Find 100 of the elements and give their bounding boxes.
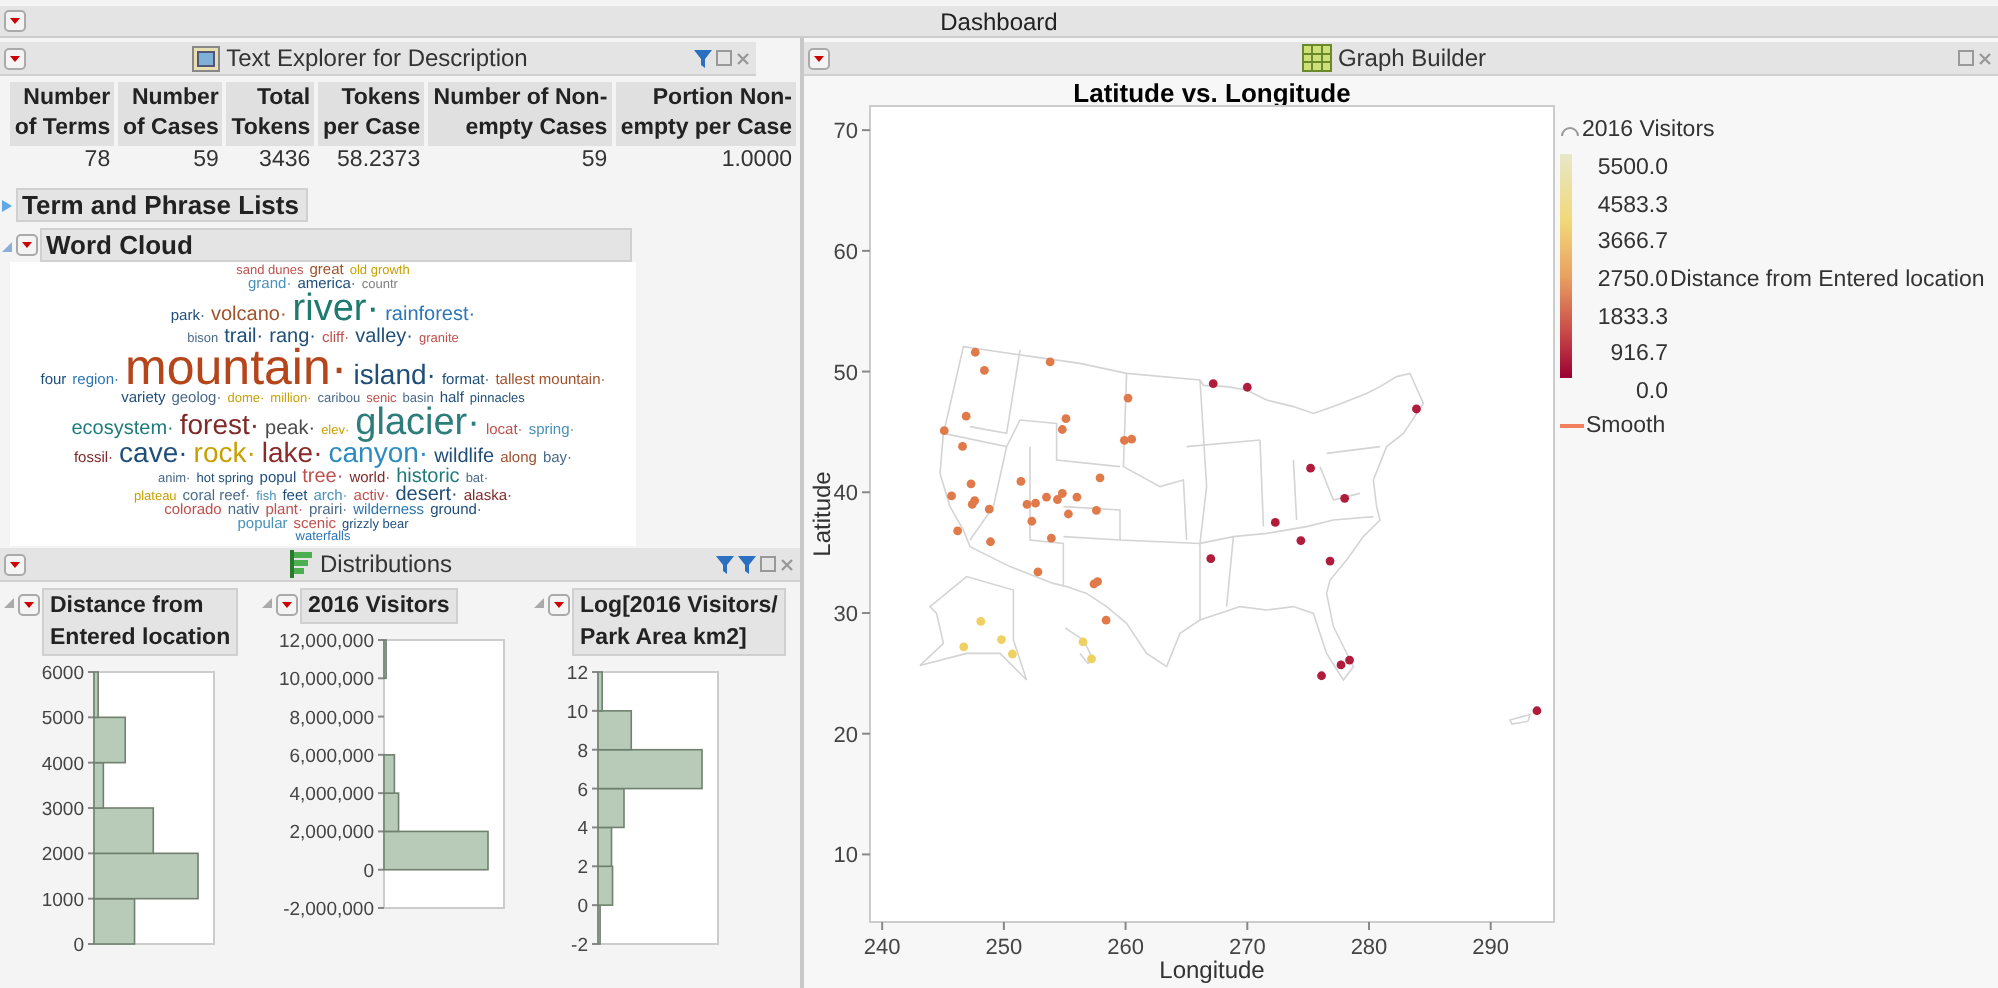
cloud-word: rainforest·	[385, 306, 476, 325]
cloud-word: trail·	[224, 327, 264, 346]
axis-tick-label: 0	[73, 935, 84, 954]
cloud-word: rang·	[269, 327, 316, 346]
chart-title[interactable]: 2016 Visitors	[300, 588, 458, 624]
axis-tick-label: 2,000,000	[289, 822, 374, 845]
legend-label: 0.0	[1634, 379, 1668, 404]
legend-label: 916.7	[1608, 342, 1668, 367]
size-legend-icon	[1560, 123, 1580, 135]
data-point	[1092, 506, 1101, 515]
legend-title: Distance from Entered location	[1670, 268, 1985, 293]
cloud-word: desert·	[395, 485, 458, 504]
data-point	[997, 635, 1006, 644]
data-point	[1045, 357, 1055, 367]
line-legend-icon	[1560, 423, 1584, 428]
close-icon[interactable]	[1978, 51, 1992, 65]
data-point	[1087, 654, 1096, 664]
cloud-word: tree·	[302, 467, 344, 486]
data-point	[1340, 493, 1350, 503]
axis-title: Longitude	[1159, 956, 1265, 984]
data-point	[1317, 671, 1326, 681]
axis-tick-label: 10	[833, 844, 858, 869]
legend-label: 1833.3	[1595, 305, 1668, 330]
data-point	[1296, 536, 1306, 545]
data-point	[1270, 518, 1280, 527]
close-icon[interactable]	[780, 557, 794, 571]
axis-tick-label: 6,000,000	[289, 745, 374, 768]
dropdown-icon[interactable]	[548, 594, 570, 616]
column-header: Number of Terms	[10, 82, 115, 146]
chart-title[interactable]: Log[2016 Visitors/ Park Area km2]	[572, 588, 786, 656]
axis-tick-label: 20	[833, 723, 858, 748]
data-point	[1064, 509, 1073, 519]
text-explorer-icon	[192, 45, 221, 71]
data-point	[953, 526, 963, 536]
data-point	[976, 617, 986, 626]
distribution-icon	[289, 550, 314, 578]
cloud-word: historic	[396, 467, 460, 486]
axis-tick-label: 50	[833, 361, 858, 386]
axis-tick-label: 240	[863, 936, 901, 960]
data-point	[939, 426, 949, 436]
section-title[interactable]: Word Cloud	[40, 228, 632, 262]
axis-tick-label: 3000	[41, 799, 84, 821]
maximize-icon[interactable]	[760, 556, 776, 572]
data-point	[959, 642, 969, 652]
data-point	[966, 479, 976, 489]
data-point	[1046, 533, 1056, 543]
close-icon[interactable]	[736, 51, 750, 65]
dropdown-icon[interactable]	[4, 553, 26, 575]
data-point	[1072, 492, 1082, 502]
data-point	[1412, 404, 1421, 414]
data-point	[947, 491, 956, 501]
data-point	[1008, 649, 1017, 659]
cloud-word: mountain·	[125, 345, 348, 392]
data-point	[1033, 567, 1043, 577]
dashboard-title: Dashboard	[938, 7, 1060, 35]
dropdown-icon[interactable]	[808, 47, 830, 69]
axis-tick-label: 4	[577, 818, 588, 841]
data-point	[1208, 379, 1218, 389]
axis-tick-label: 6	[577, 779, 588, 802]
axis-tick-label: 2000	[41, 844, 84, 867]
column-header: Number of Non- empty Cases	[428, 82, 612, 146]
data-point	[1242, 382, 1252, 392]
data-point	[1532, 706, 1542, 716]
axis-tick-label: 6000	[41, 663, 84, 685]
axis-tick-label: 5000	[41, 708, 84, 731]
cloud-word: cave·	[119, 440, 188, 467]
dropdown-icon[interactable]	[16, 234, 38, 256]
table-cell-text: 78	[82, 146, 113, 176]
axis-tick-label: 250	[985, 936, 1023, 960]
cloud-word: peak·	[265, 419, 316, 439]
axis-tick-label: 280	[1350, 936, 1388, 960]
maximize-icon[interactable]	[716, 50, 732, 66]
column-header: Total Tokens	[226, 82, 315, 146]
legend-label: 5500.0	[1595, 156, 1668, 181]
maximize-icon[interactable]	[1958, 50, 1974, 66]
cloud-word: canyon·	[328, 440, 429, 467]
cloud-word: island·	[353, 361, 436, 388]
panel-title: Graph Builder	[1337, 44, 1487, 72]
table-cell-text: 59	[191, 146, 221, 176]
section-title[interactable]: Term and Phrase Lists	[16, 188, 309, 222]
dropdown-icon[interactable]	[4, 10, 26, 32]
axis-tick-label: 270	[1228, 936, 1266, 960]
column-header: Tokens per Case	[318, 82, 425, 146]
table-cell-text: 1.0000	[719, 146, 794, 176]
axis-tick-label: -2,000,000	[283, 899, 374, 918]
dropdown-icon[interactable]	[4, 47, 26, 69]
axis-tick-label: 4,000,000	[289, 784, 374, 807]
axis-tick-label: 4000	[41, 753, 84, 776]
axis-tick-label: 60	[833, 240, 858, 265]
axis-tick-label: 2	[577, 857, 588, 880]
axis-title: Latitude	[808, 471, 836, 557]
chart-title: Latitude vs. Longitude	[1073, 78, 1351, 108]
table-cell-text: 3436	[257, 146, 313, 176]
cloud-word: wildlife	[434, 448, 495, 467]
axis-tick-label: 260	[1107, 936, 1144, 960]
axis-tick-label: 8	[577, 740, 588, 763]
dropdown-icon[interactable]	[18, 594, 40, 616]
dropdown-icon[interactable]	[276, 594, 298, 616]
filter-icon[interactable]	[694, 49, 712, 67]
chart-title[interactable]: Distance from Entered location	[42, 588, 239, 656]
